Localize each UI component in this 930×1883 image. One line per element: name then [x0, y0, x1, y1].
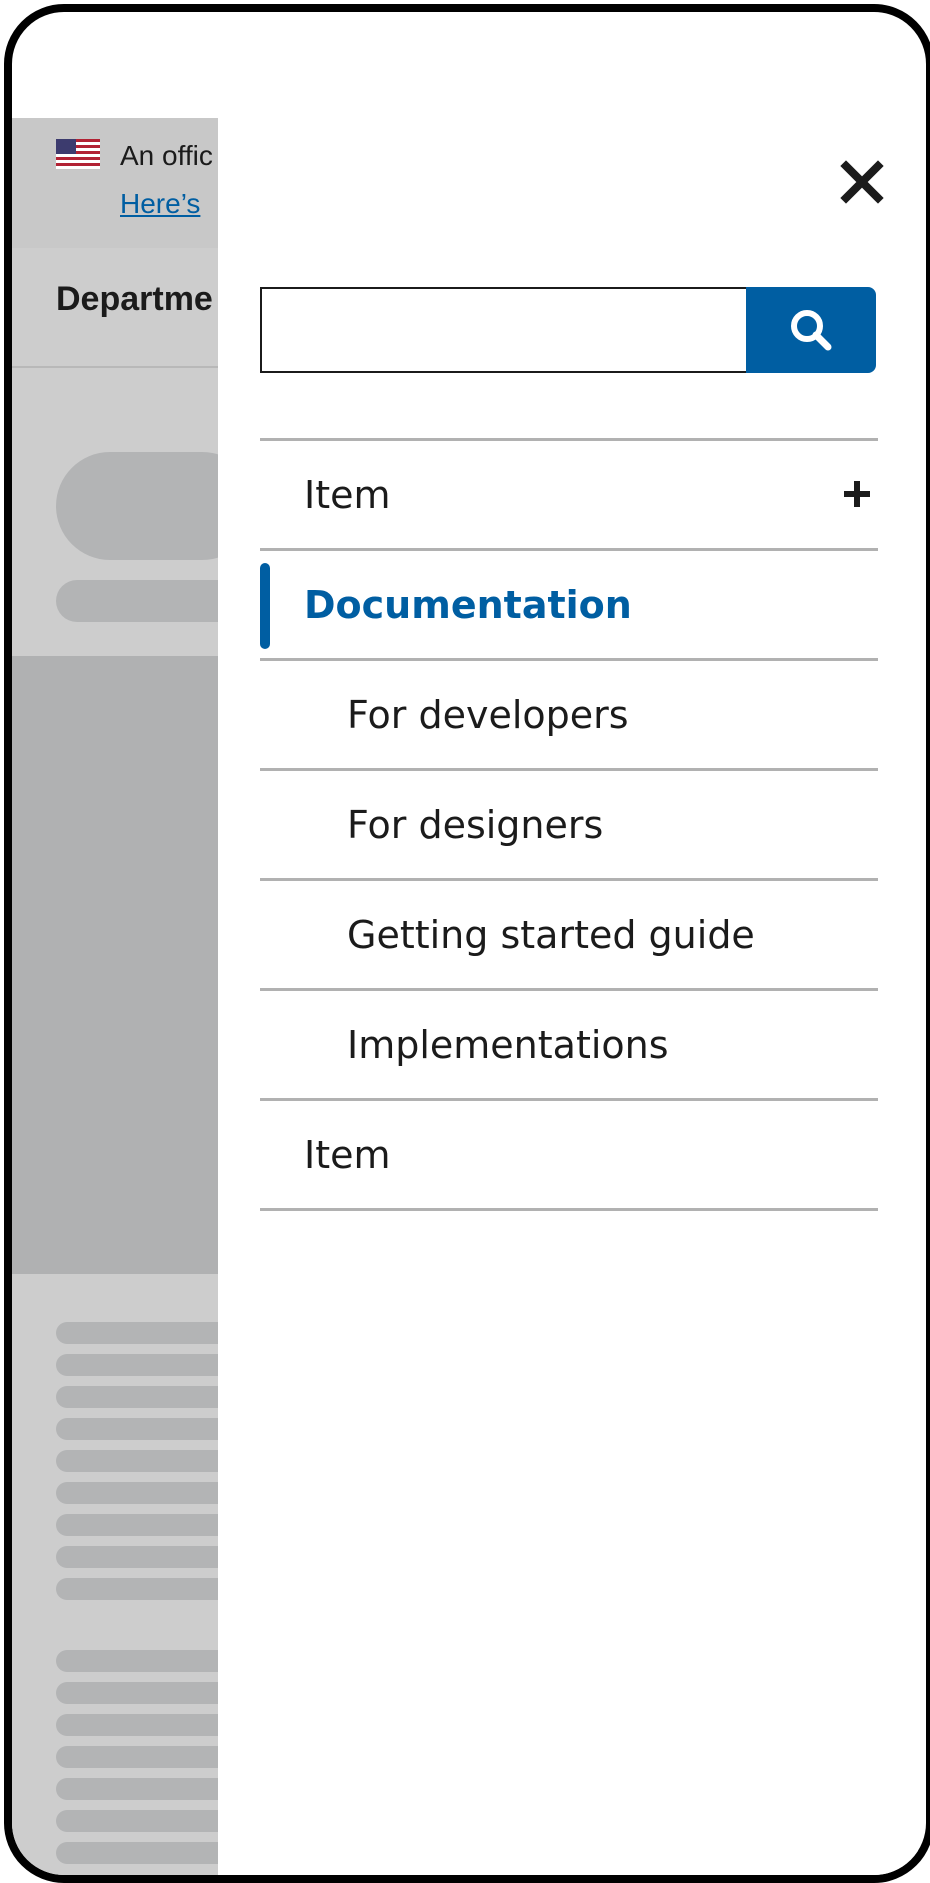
placeholder-line [56, 1714, 218, 1736]
placeholder-line [56, 1778, 218, 1800]
background-page: An offic Here’s Departme [12, 118, 218, 1875]
nav-subitem-implementations[interactable]: Implementations [260, 991, 878, 1101]
us-flag-icon [56, 139, 100, 169]
placeholder-line [56, 1682, 218, 1704]
placeholder-line [56, 1746, 218, 1768]
placeholder-line [56, 1650, 218, 1672]
search-button[interactable] [746, 287, 876, 373]
placeholder-line [56, 1842, 218, 1864]
placeholder-image [12, 656, 218, 1274]
nav-item-item-expandable[interactable]: Item [260, 441, 878, 551]
agency-title[interactable]: Departme [56, 280, 213, 319]
nav-item-label: Documentation [304, 582, 632, 627]
nav-item-label: Getting started guide [347, 912, 755, 957]
placeholder-heading [56, 452, 218, 560]
search-input[interactable] [260, 287, 774, 373]
placeholder-line [56, 1450, 218, 1472]
placeholder-line [56, 1418, 218, 1440]
mobile-nav-drawer: Item Documentation For developers For de… [218, 118, 918, 1875]
placeholder-line [56, 1546, 218, 1568]
placeholder-line [56, 1386, 218, 1408]
nav-item-label: Implementations [347, 1022, 669, 1067]
nav-subitem-for-designers[interactable]: For designers [260, 771, 878, 881]
placeholder-line [56, 1482, 218, 1504]
plus-icon [844, 481, 870, 507]
placeholder-line [56, 1578, 218, 1600]
nav-item-label: Item [304, 1132, 391, 1177]
search-form [260, 287, 878, 373]
close-button[interactable] [838, 158, 886, 206]
nav-item-label: For developers [347, 692, 629, 737]
gov-banner: An offic Here’s [12, 118, 218, 248]
nav-item-documentation[interactable]: Documentation [260, 551, 878, 661]
placeholder-line [56, 1354, 218, 1376]
nav-item-item[interactable]: Item [260, 1101, 878, 1211]
banner-link[interactable]: Here’s [120, 188, 200, 220]
placeholder-line [56, 1322, 218, 1344]
placeholder-line [56, 1514, 218, 1536]
device-frame: An offic Here’s Departme Item Documentat… [4, 4, 930, 1883]
placeholder-text-lines [56, 1322, 218, 1874]
banner-text: An offic [120, 140, 213, 171]
primary-nav: Item Documentation For developers For de… [260, 438, 878, 1211]
nav-subitem-getting-started-guide[interactable]: Getting started guide [260, 881, 878, 991]
close-icon [840, 160, 884, 204]
current-indicator [260, 563, 270, 649]
nav-item-label: Item [304, 472, 391, 517]
placeholder-line [56, 1810, 218, 1832]
nav-item-label: For designers [347, 802, 604, 847]
placeholder-subheading [56, 580, 218, 622]
search-icon [791, 310, 832, 351]
nav-subitem-for-developers[interactable]: For developers [260, 661, 878, 771]
